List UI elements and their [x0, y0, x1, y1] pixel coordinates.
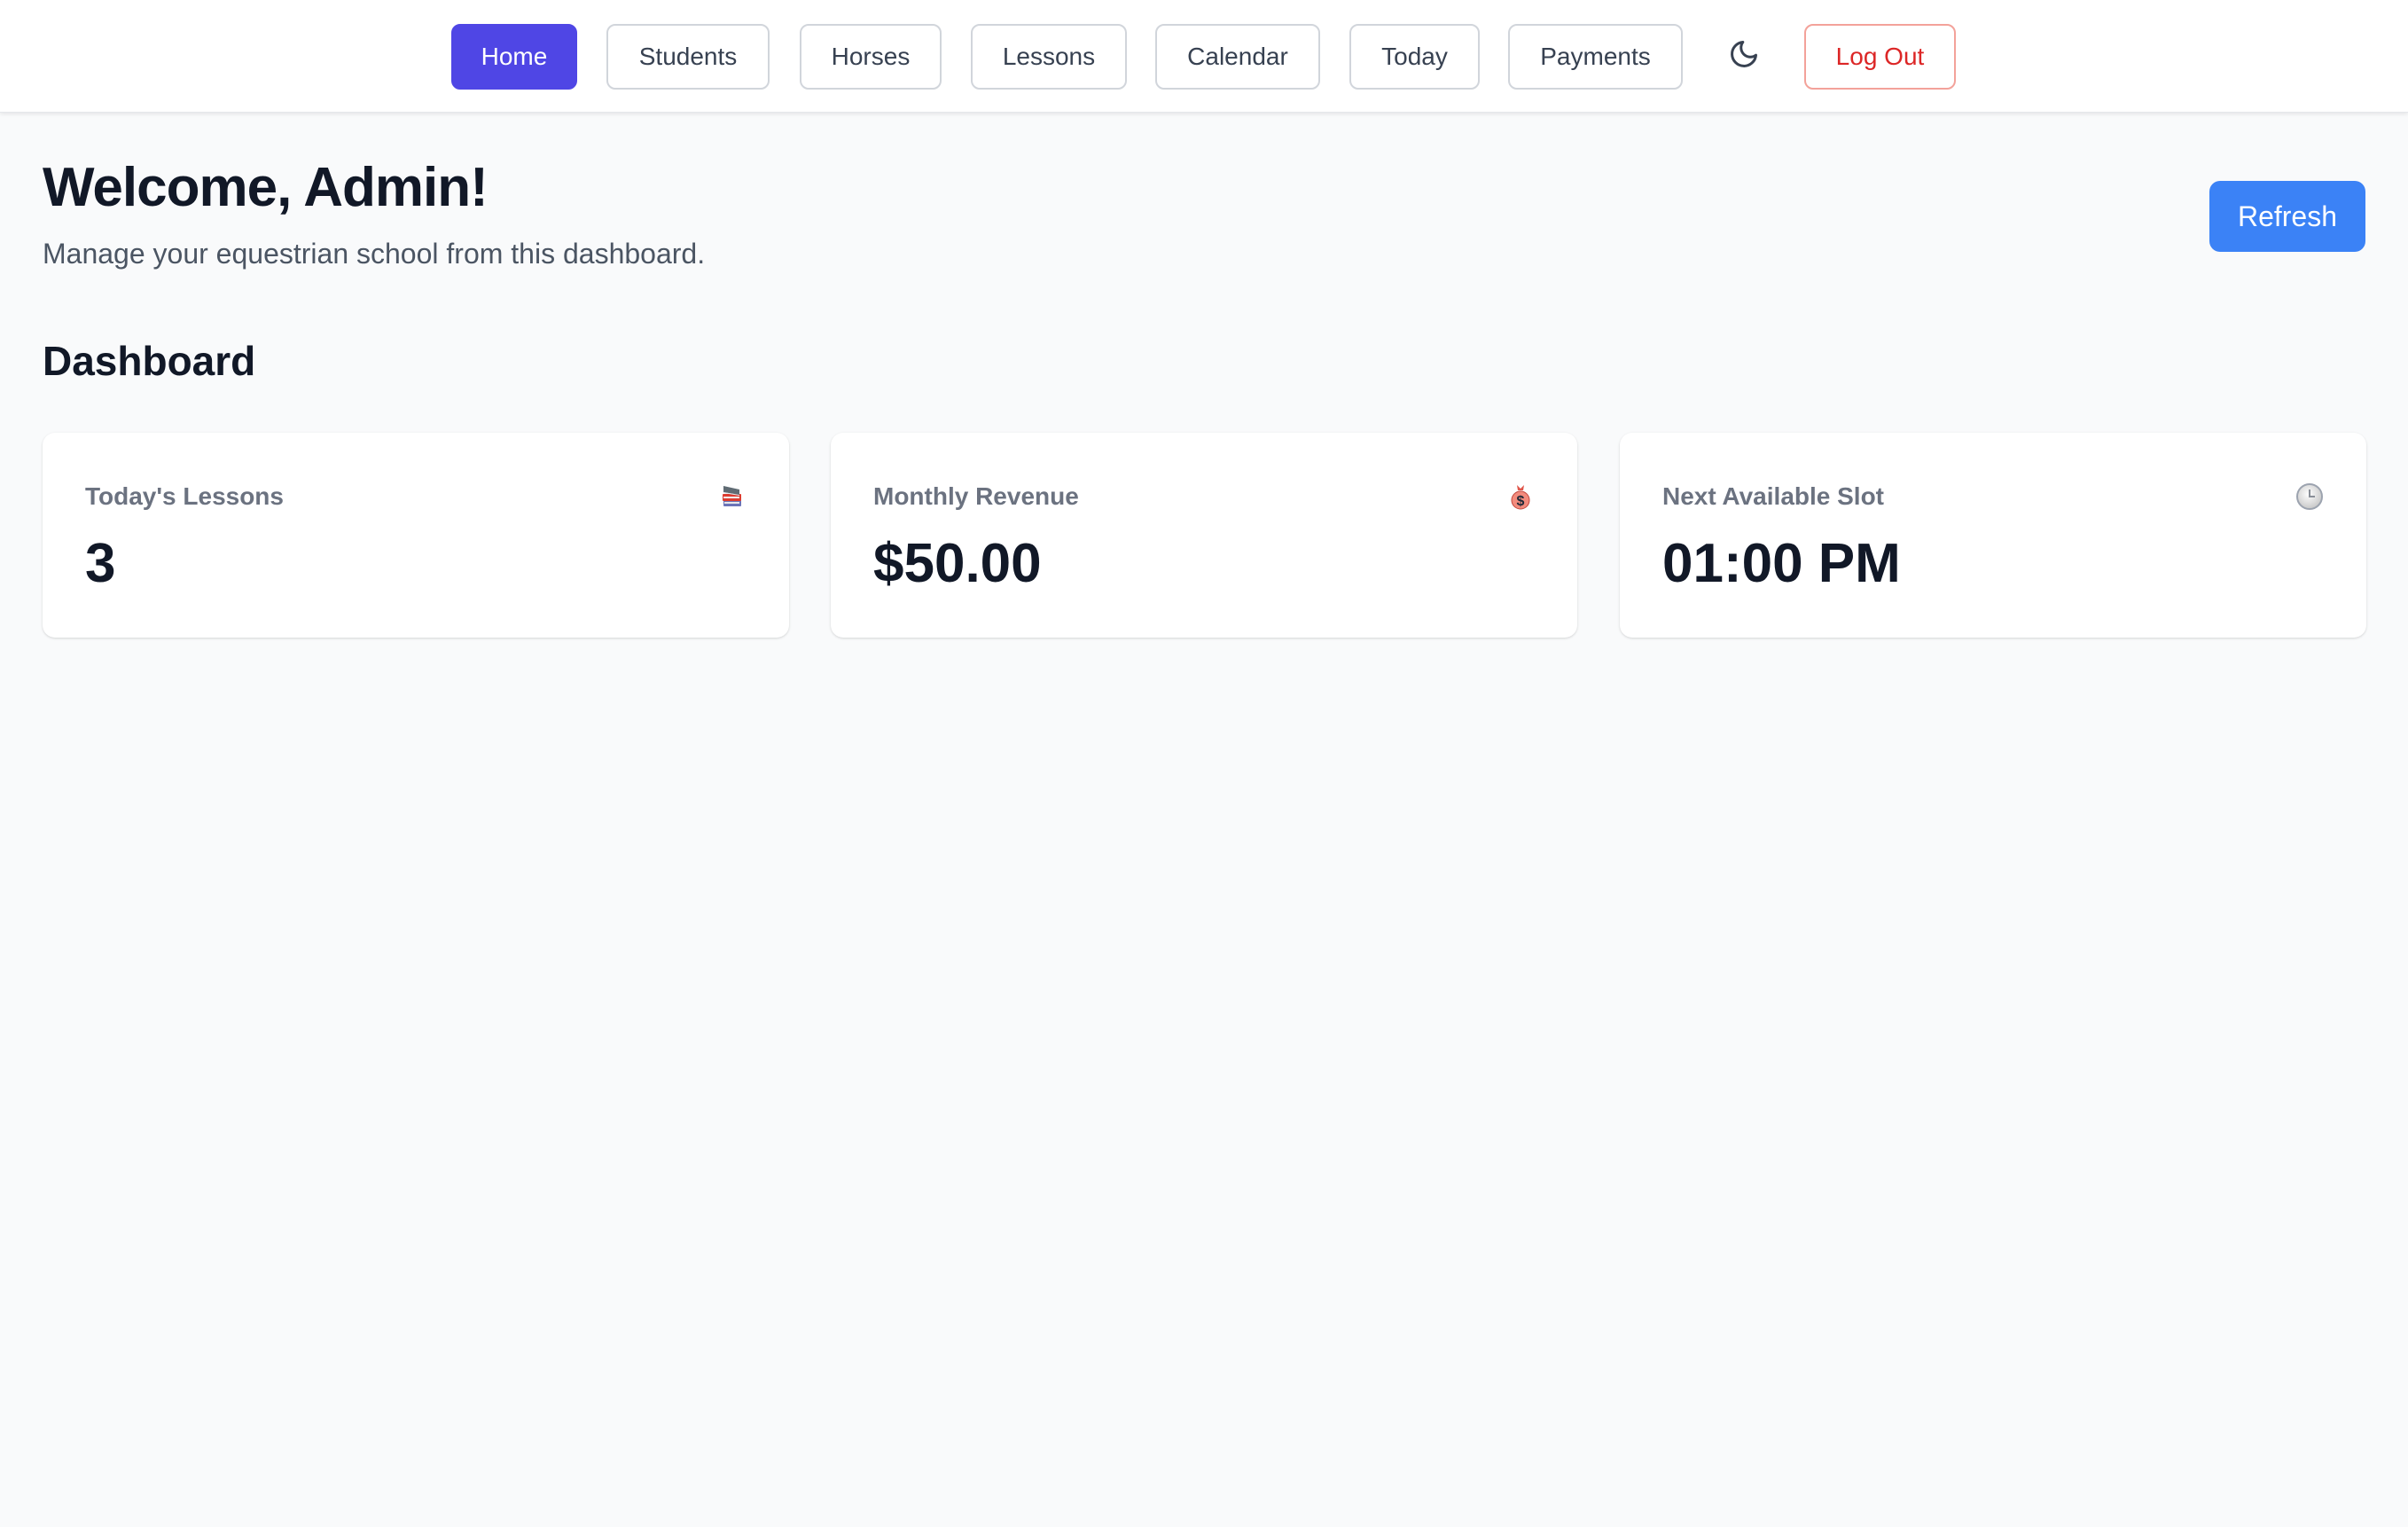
refresh-button[interactable]: Refresh [2209, 181, 2365, 252]
dashboard-heading: Dashboard [43, 338, 256, 384]
nav-horses-button[interactable]: Horses [800, 24, 942, 90]
welcome-subtitle: Manage your equestrian school from this … [43, 238, 706, 270]
clock-icon [2294, 481, 2326, 513]
stat-card-value: 01:00 PM [1662, 533, 1901, 594]
stat-card-value: 3 [85, 533, 116, 594]
stat-card-label: Monthly Revenue [873, 482, 1079, 510]
books-icon [716, 481, 748, 513]
svg-text:$: $ [1517, 494, 1525, 509]
stat-card-label: Today's Lessons [85, 482, 284, 510]
stat-card-value: $50.00 [873, 533, 1042, 594]
nav-calendar-button[interactable]: Calendar [1155, 24, 1320, 90]
nav-payments-button[interactable]: Payments [1508, 24, 1683, 90]
logout-button[interactable]: Log Out [1804, 24, 1956, 90]
stat-card-next-slot: Next Available Slot 01:00 PM [1620, 433, 2366, 638]
stat-card-label: Next Available Slot [1662, 482, 1885, 510]
stat-card-todays-lessons: Today's Lessons 3 [43, 433, 789, 638]
nav-students-button[interactable]: Students [606, 24, 770, 90]
money-bag-icon: $ [1505, 481, 1536, 513]
top-navbar: Home Students Horses Lessons Calendar To… [0, 0, 2408, 113]
theme-toggle-button[interactable] [1725, 37, 1763, 74]
moon-icon [1728, 38, 1760, 74]
nav-home-button[interactable]: Home [451, 24, 577, 90]
nav-lessons-button[interactable]: Lessons [971, 24, 1127, 90]
stat-card-monthly-revenue: Monthly Revenue $ $50.00 [831, 433, 1577, 638]
nav-today-button[interactable]: Today [1349, 24, 1480, 90]
welcome-heading: Welcome, Admin! [43, 157, 489, 218]
